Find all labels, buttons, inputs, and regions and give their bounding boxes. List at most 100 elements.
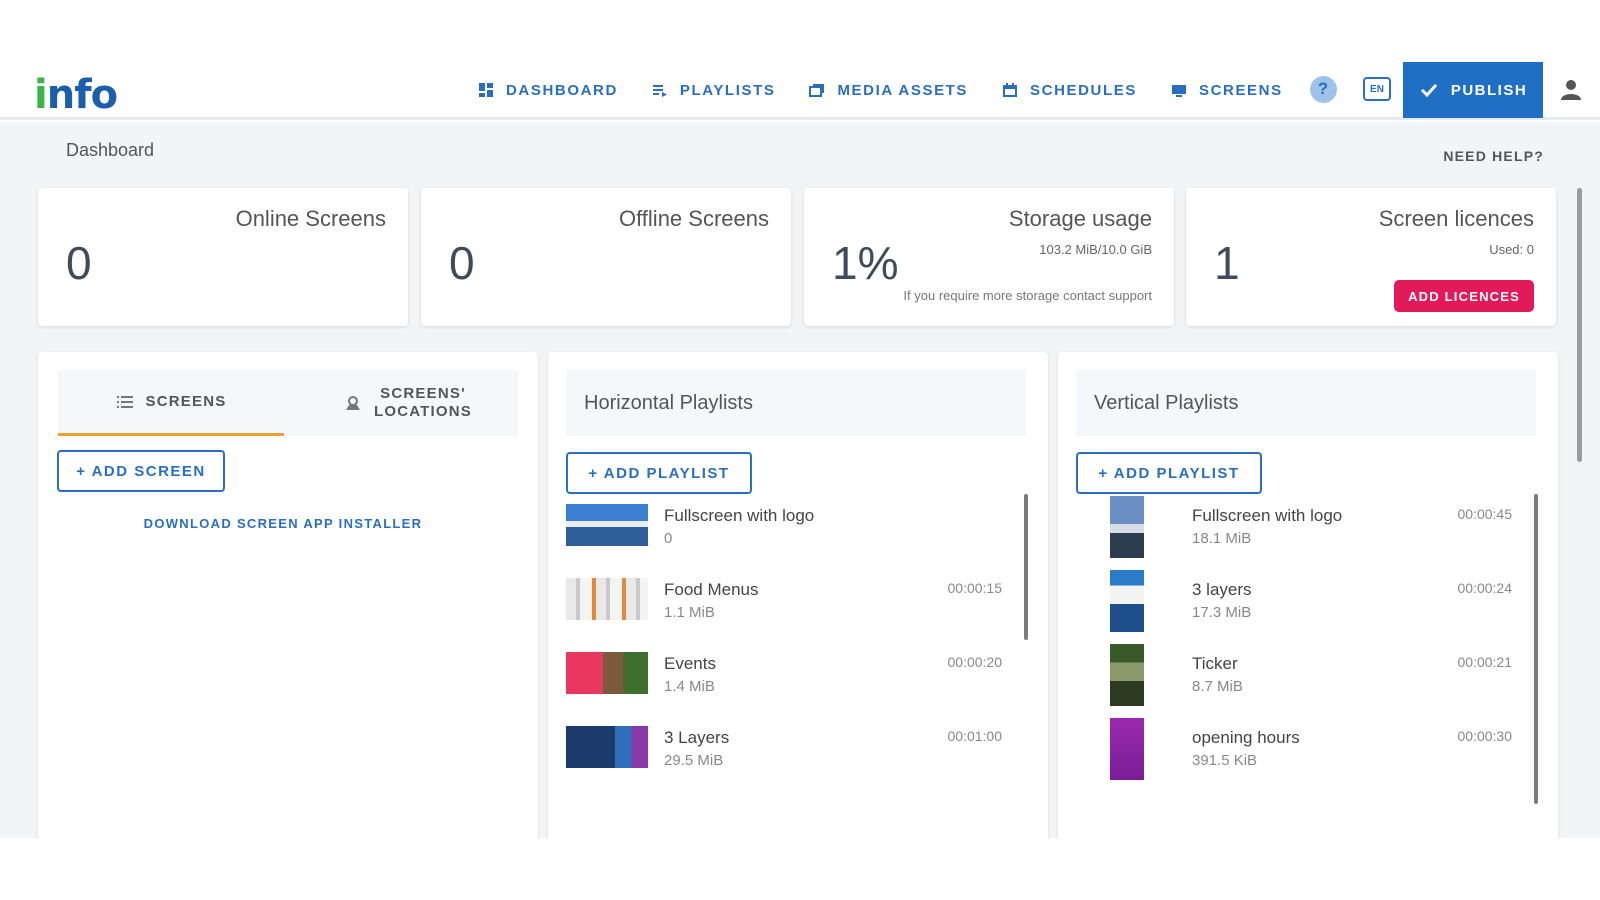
playlist-size: 1.1 MiB [664, 604, 715, 621]
playlist-size: 8.7 MiB [1192, 678, 1243, 695]
media-icon [809, 84, 825, 97]
nav-playlists[interactable]: PLAYLISTS [652, 82, 776, 99]
playlist-name: opening hours [1192, 728, 1300, 747]
playlist-thumbnail [566, 578, 648, 620]
main-nav: DASHBOARD PLAYLISTS MEDIA ASSETS SCHEDUL… [478, 62, 1317, 118]
playlist-duration: 00:01:00 [947, 728, 1003, 744]
playlist-name: Events [664, 654, 716, 673]
add-vertical-playlist-button[interactable]: + ADD PLAYLIST [1076, 452, 1262, 494]
playlist-name: Fullscreen with logo [1192, 506, 1343, 525]
app-logo[interactable]: info [34, 72, 118, 118]
list-item[interactable]: 3 Layers 29.5 MiB 00:01:00 [566, 714, 1018, 788]
nav-dashboard[interactable]: DASHBOARD [478, 82, 618, 99]
offline-screens-value: 0 [449, 237, 475, 289]
horizontal-playlists-panel: Horizontal Playlists + ADD PLAYLIST Full… [548, 352, 1048, 838]
tab-screens-label: SCREENS [145, 393, 227, 410]
vertical-list-scrollbar[interactable] [1534, 494, 1538, 804]
monitor-icon [1171, 85, 1186, 97]
bottom-margin [0, 838, 1600, 900]
vertical-playlist-list: Fullscreen with logo 18.1 MiB 00:00:45 3… [1076, 492, 1528, 788]
help-button[interactable]: ? [1308, 74, 1338, 104]
vertical-playlists-panel: Vertical Playlists + ADD PLAYLIST Fullsc… [1058, 352, 1558, 838]
list-item[interactable]: Fullscreen with logo 18.1 MiB 00:00:45 [1076, 492, 1528, 566]
language-icon: EN [1363, 77, 1391, 101]
add-horizontal-playlist-button[interactable]: + ADD PLAYLIST [566, 452, 752, 494]
list-item[interactable]: Ticker 8.7 MiB 00:00:21 [1076, 640, 1528, 714]
add-licences-button[interactable]: ADD LICENCES [1394, 280, 1534, 312]
online-screens-card: Online Screens 0 [38, 188, 408, 326]
playlist-thumbnail [566, 726, 648, 768]
horizontal-playlist-list: Fullscreen with logo 0 Food Menus 1.1 Mi… [566, 492, 1018, 788]
playlist-size: 391.5 KiB [1192, 752, 1258, 769]
add-screen-button[interactable]: + ADD SCREEN [57, 450, 225, 492]
tab-locations-text: SCREENS' LOCATIONS [374, 385, 472, 421]
nav-schedules-label: SCHEDULES [1030, 81, 1137, 99]
publish-button[interactable]: PUBLISH [1403, 62, 1543, 118]
nav-media-assets-label: MEDIA ASSETS [837, 81, 969, 99]
list-item[interactable]: Fullscreen with logo 0 [566, 492, 1018, 566]
playlist-thumbnail [1110, 718, 1144, 780]
online-screens-title: Online Screens [235, 206, 386, 231]
playlist-duration: 00:00:45 [1457, 506, 1513, 522]
need-help-link[interactable]: NEED HELP? [1443, 148, 1544, 164]
page-scrollbar[interactable] [1577, 188, 1582, 462]
playlist-name: Ticker [1192, 654, 1238, 673]
offline-screens-title: Offline Screens [618, 206, 769, 231]
playlist-thumbnail [566, 504, 648, 546]
tab-locations-line1: SCREENS' [380, 385, 466, 402]
screens-panel: SCREENS SCREENS' LOCATIONS + ADD SCREEN D… [38, 352, 538, 838]
publish-label: PUBLISH [1450, 81, 1528, 99]
download-installer-link[interactable]: DOWNLOAD SCREEN APP INSTALLER [38, 516, 528, 531]
playlist-size: 0 [664, 530, 673, 547]
screens-tabs: SCREENS SCREENS' LOCATIONS [58, 370, 518, 436]
list-item[interactable]: Food Menus 1.1 MiB 00:00:15 [566, 566, 1018, 640]
playlist-size: 1.4 MiB [664, 678, 715, 695]
vertical-playlists-title: Vertical Playlists [1076, 370, 1536, 436]
playlist-thumbnail [1110, 644, 1144, 706]
screen-licences-card: Screen licences 1 Used: 0 ADD LICENCES [1186, 188, 1556, 326]
playlist-size: 29.5 MiB [664, 752, 724, 769]
horizontal-list-scrollbar[interactable] [1024, 494, 1028, 640]
tab-screens[interactable]: SCREENS [58, 370, 284, 436]
language-button[interactable]: EN [1362, 74, 1392, 104]
online-screens-value: 0 [66, 237, 92, 289]
breadcrumb[interactable]: Dashboard [66, 140, 154, 161]
list-item[interactable]: 3 layers 17.3 MiB 00:00:24 [1076, 566, 1528, 640]
storage-usage-detail: 103.2 MiB/10.0 GiB [1039, 242, 1152, 257]
storage-support-note: If you require more storage contact supp… [903, 288, 1152, 303]
list-item[interactable]: Events 1.4 MiB 00:00:20 [566, 640, 1018, 714]
tab-locations-line2: LOCATIONS [373, 403, 473, 420]
nav-dashboard-label: DASHBOARD [506, 81, 618, 99]
playlist-icon [652, 85, 667, 97]
storage-usage-card: Storage usage 1% 103.2 MiB/10.0 GiB If y… [804, 188, 1174, 326]
playlist-name: Food Menus [664, 580, 759, 599]
screen-licences-value: 1 [1214, 237, 1240, 289]
tab-screens-locations[interactable]: SCREENS' LOCATIONS [298, 370, 518, 436]
playlist-size: 17.3 MiB [1192, 604, 1252, 621]
storage-usage-title: Storage usage [1008, 206, 1152, 231]
playlist-duration: 00:00:30 [1457, 728, 1513, 744]
playlist-duration: 00:00:20 [947, 654, 1003, 670]
playlist-name: Fullscreen with logo [664, 506, 815, 525]
user-icon[interactable] [1558, 77, 1584, 103]
dashboard-content: Dashboard NEED HELP? Online Screens 0 Of… [0, 122, 1600, 838]
playlist-size: 18.1 MiB [1192, 530, 1252, 547]
logo-dot: i [34, 72, 48, 118]
playlist-thumbnail [1110, 570, 1144, 632]
nav-media-assets[interactable]: MEDIA ASSETS [809, 82, 968, 99]
nav-screens-label: SCREENS [1198, 81, 1283, 99]
map-pin-icon [345, 396, 360, 410]
offline-screens-card: Offline Screens 0 [421, 188, 791, 326]
playlist-duration: 00:00:24 [1457, 580, 1513, 596]
nav-playlists-label: PLAYLISTS [679, 81, 776, 99]
screen-licences-title: Screen licences [1378, 206, 1534, 231]
playlist-duration: 00:00:21 [1457, 654, 1513, 670]
playlist-name: 3 layers [1192, 580, 1252, 599]
list-item[interactable]: opening hours 391.5 KiB 00:00:30 [1076, 714, 1528, 788]
nav-schedules[interactable]: SCHEDULES [1002, 82, 1137, 99]
horizontal-playlists-title: Horizontal Playlists [566, 370, 1026, 436]
logo-text: nfo [46, 72, 118, 118]
nav-screens[interactable]: SCREENS [1171, 82, 1283, 99]
app-window: info DASHBOARD PLAYLISTS MEDIA ASSETS SC… [0, 0, 1600, 900]
playlist-thumbnail [566, 652, 648, 694]
